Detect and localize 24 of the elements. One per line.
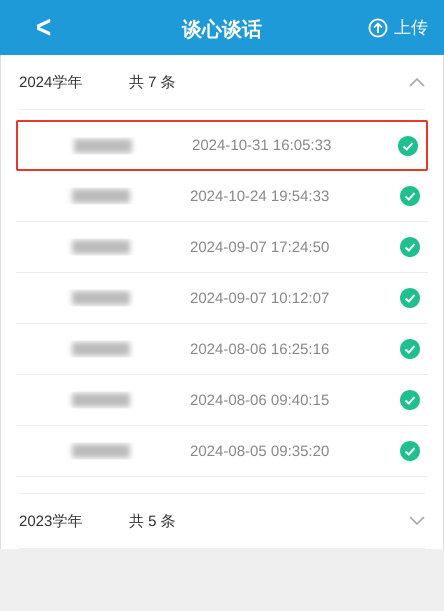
record-time: 2024-10-31 16:05:33 [192,137,332,154]
record-time: 2024-09-07 17:24:50 [190,238,330,256]
record-row[interactable]: 2024-08-06 16:25:16 [16,324,428,375]
page-title: 谈心谈话 [182,19,262,41]
upload-button[interactable]: 上传 [362,15,434,40]
record-row[interactable]: 2024-09-07 10:12:07 [16,273,428,324]
year-label: 2024学年 [19,72,84,92]
upload-icon [368,18,388,38]
record-count: 共 5 条 [129,512,177,530]
record-time: 2024-08-05 09:35:20 [190,442,330,460]
record-time: 2024-08-06 16:25:16 [190,340,330,358]
record-time: 2024-10-24 19:54:33 [190,188,330,204]
record-row[interactable]: 2024-09-07 17:24:50 [16,222,428,273]
record-time: 2024-08-06 09:40:15 [190,392,330,408]
chevron-down-icon[interactable] [409,516,425,526]
record-time: 2024-09-07 10:12:07 [190,290,330,306]
record-row[interactable]: 2024-10-31 16:05:33 [16,120,428,171]
record-count: 共 7 条 [129,72,177,92]
record-row[interactable]: 2024-10-24 19:54:33 [16,171,428,222]
record-row[interactable]: 2024-08-05 09:35:20 [16,426,428,477]
back-button[interactable]: < [30,8,58,46]
record-row[interactable]: 2024-08-06 09:40:15 [16,375,428,426]
year-label: 2023学年 [19,512,84,530]
chevron-up-icon[interactable] [409,77,425,87]
